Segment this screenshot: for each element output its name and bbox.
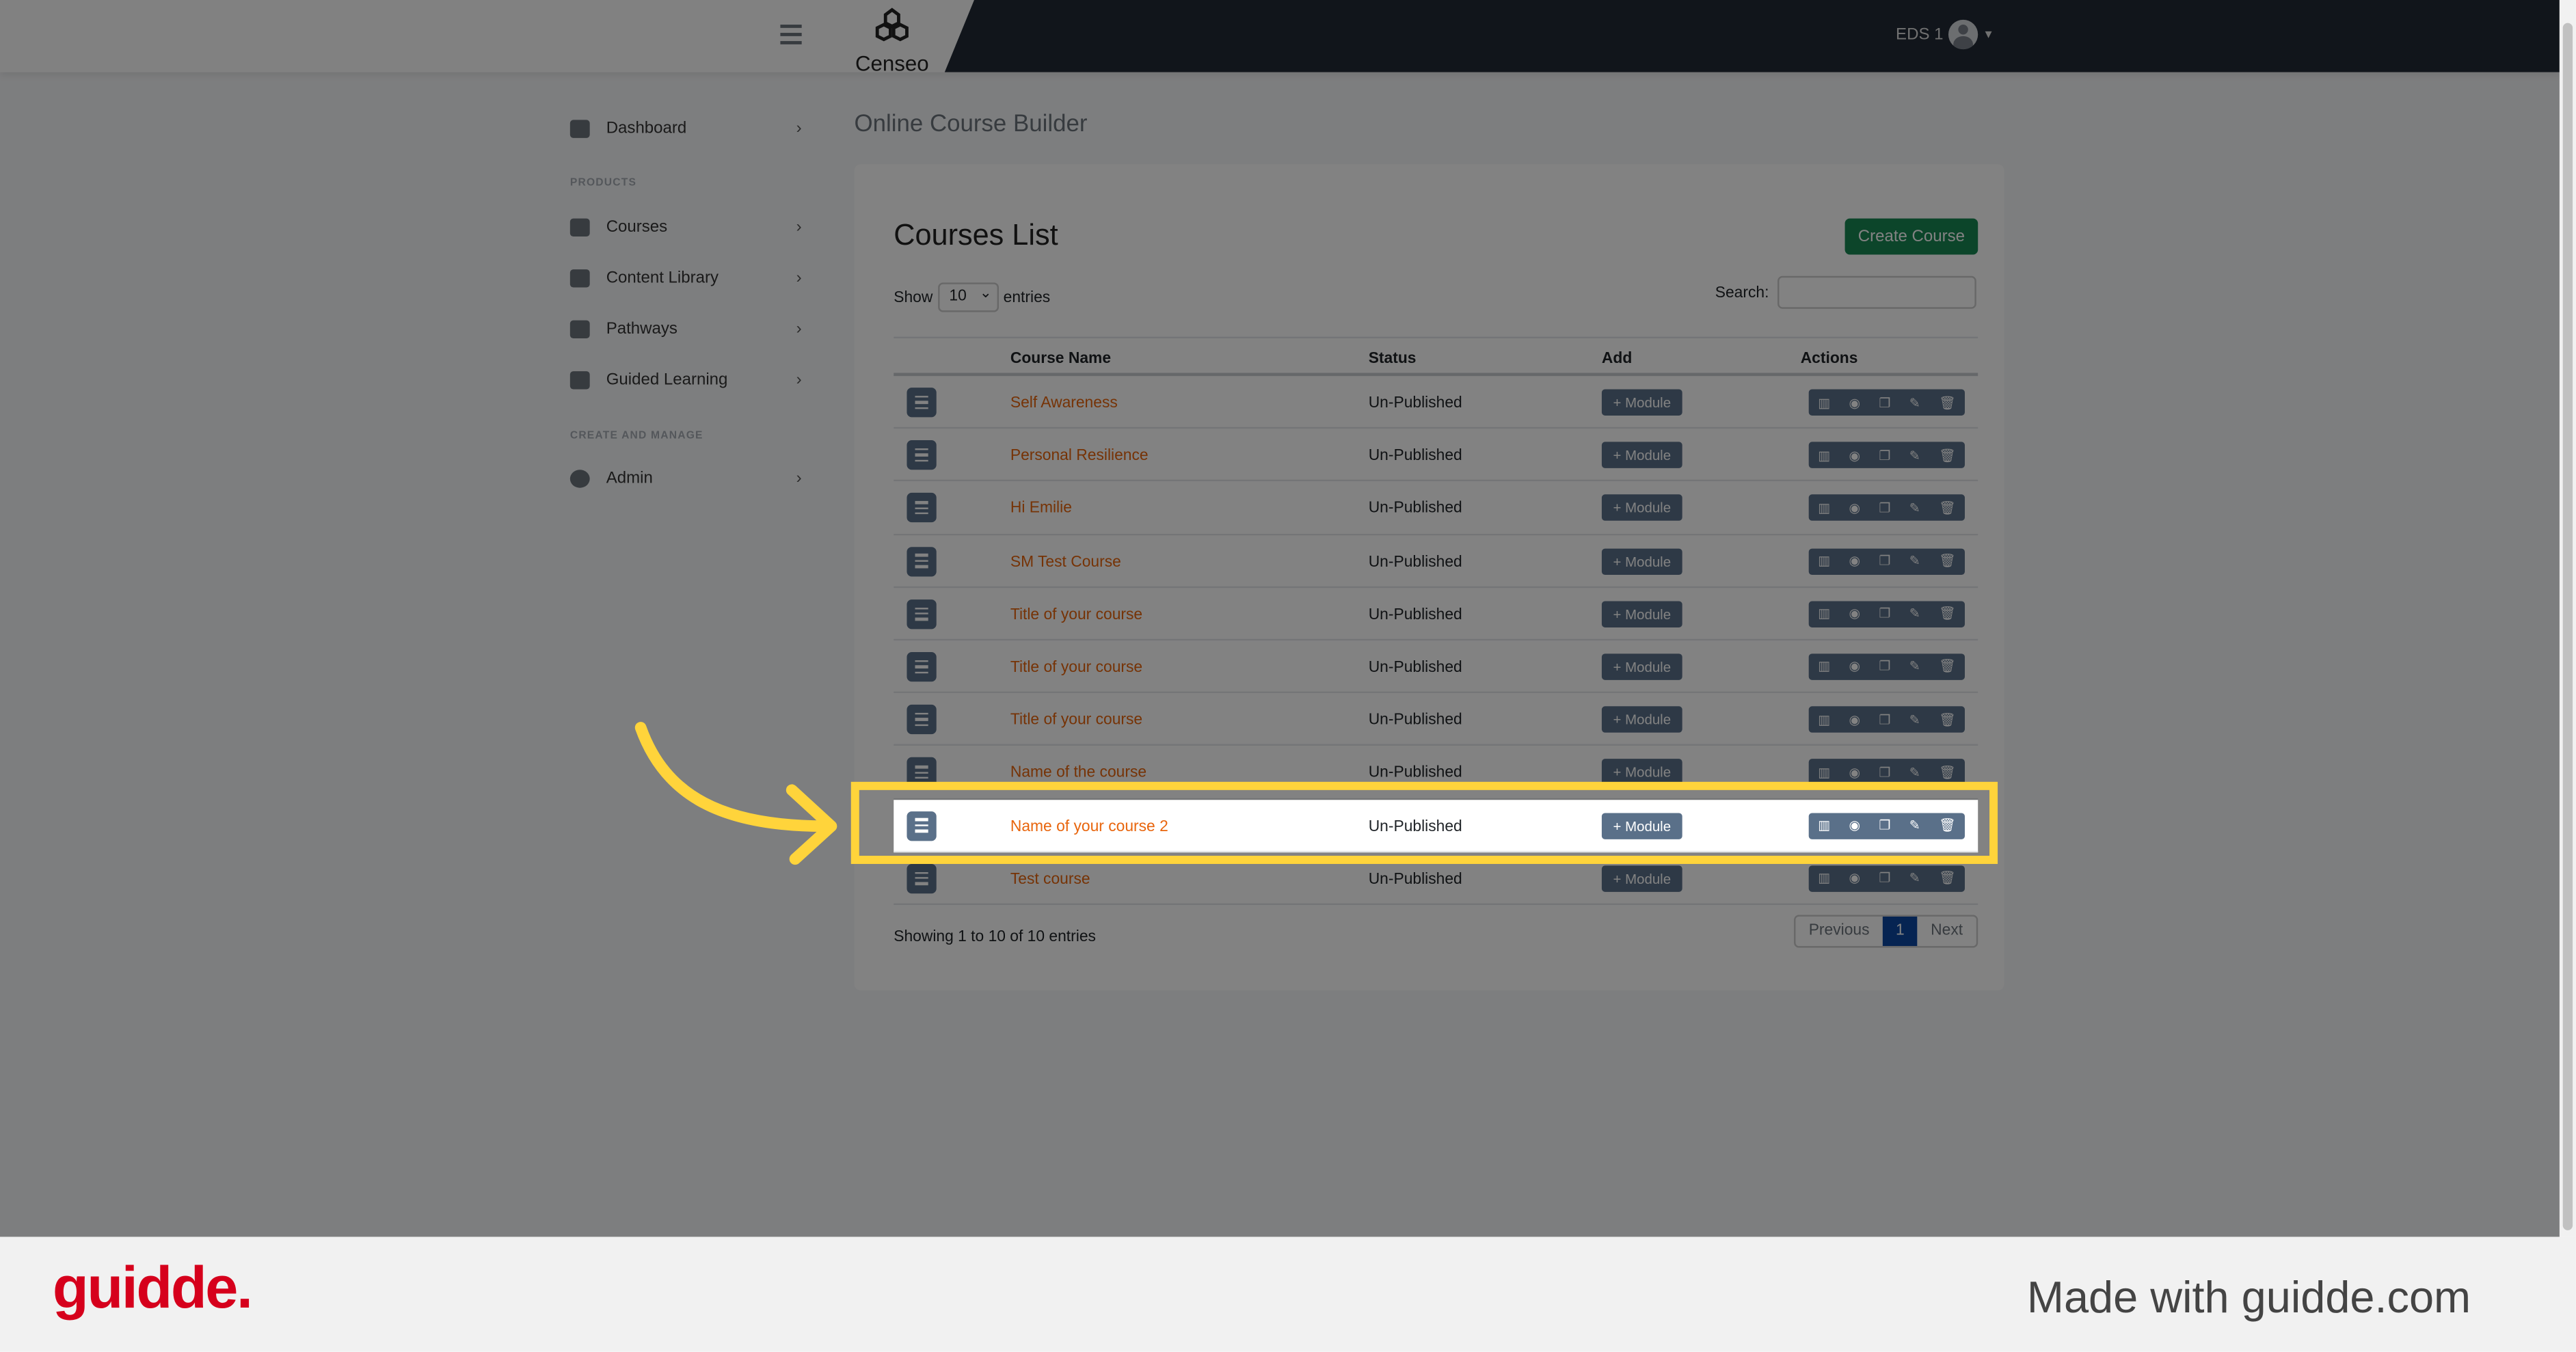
guidde-logo: guidde. [52,1253,253,1321]
pointer-arrow-icon [634,722,837,865]
copy-icon[interactable]: ❐ [1879,818,1890,833]
dim-overlay [0,0,2560,1237]
table-row: Name of your course 2 Un-Published + Mod… [894,799,1978,852]
scrollbar[interactable] [2559,0,2576,1237]
eye-icon[interactable]: ◉ [1849,818,1861,833]
actions-group: ▥ ◉ ❐ ✎ 🗑 [1808,812,1965,839]
chart-icon[interactable]: ▥ [1818,818,1830,833]
course-name-link[interactable]: Name of your course 2 [1010,817,1168,835]
made-with-text: Made with guidde.com [2026,1273,2471,1323]
row-menu-button[interactable] [907,810,937,841]
app: Censeo EDS 1 ▼ Dashboard › PRODUCTS Cours… [0,0,2576,1352]
guidde-footer: guidde. Made with guidde.com [0,1236,2576,1352]
add-module-button[interactable]: + Module [1601,812,1682,839]
trash-icon[interactable]: 🗑 [1939,818,1955,833]
edit-icon[interactable]: ✎ [1909,818,1920,833]
course-status: Un-Published [1368,817,1462,835]
